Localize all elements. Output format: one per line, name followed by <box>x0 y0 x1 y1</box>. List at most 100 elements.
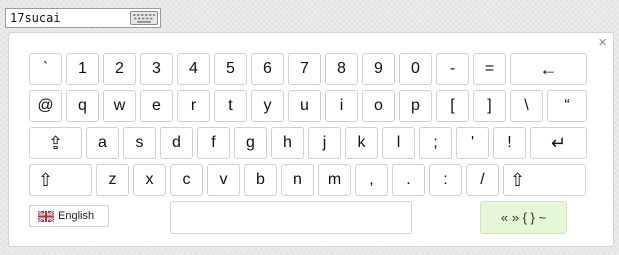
key-label: j <box>322 134 327 151</box>
key-f[interactable]: f <box>197 127 230 159</box>
right-shift-key[interactable]: ⇧ <box>503 164 586 196</box>
key-right-bracket[interactable]: ] <box>473 90 506 122</box>
key-e[interactable]: e <box>140 90 173 122</box>
key-z[interactable]: z <box>96 164 129 196</box>
key-9[interactable]: 9 <box>362 53 395 85</box>
backspace-arrow-icon: ← <box>539 59 558 79</box>
key-label: g <box>246 134 255 151</box>
key-backslash[interactable]: \ <box>510 90 543 122</box>
key-s[interactable]: s <box>123 127 156 159</box>
key-label: 9 <box>374 60 383 77</box>
key-q[interactable]: q <box>66 90 99 122</box>
key-label: p <box>411 97 420 114</box>
language-switch-button[interactable]: English <box>29 205 109 227</box>
key-6[interactable]: 6 <box>251 53 284 85</box>
key-i[interactable]: i <box>325 90 358 122</box>
backspace-key[interactable]: ← <box>510 53 587 85</box>
input-value: 17sucai <box>10 11 61 25</box>
key-label: ` <box>42 60 49 77</box>
enter-key[interactable]: ↵ <box>530 127 587 159</box>
key-4[interactable]: 4 <box>177 53 210 85</box>
key-u[interactable]: u <box>288 90 321 122</box>
key-label: i <box>339 97 344 114</box>
key-m[interactable]: m <box>318 164 351 196</box>
left-shift-key[interactable]: ⇧ <box>29 164 92 196</box>
key-label: f <box>211 134 216 151</box>
key-1[interactable]: 1 <box>66 53 99 85</box>
key-t[interactable]: t <box>214 90 247 122</box>
key-label: , <box>369 171 374 188</box>
key-quote[interactable]: “ <box>547 90 587 122</box>
key-8[interactable]: 8 <box>325 53 358 85</box>
keyboard-toggle-icon[interactable] <box>130 11 158 25</box>
key-label: - <box>449 60 456 77</box>
key-3[interactable]: 3 <box>140 53 173 85</box>
key-label: : <box>443 171 448 188</box>
key-label: = <box>484 60 495 77</box>
shift-icon: ⇧ <box>38 170 54 190</box>
key-backtick[interactable]: ` <box>29 53 62 85</box>
key-d[interactable]: d <box>160 127 193 159</box>
key-l[interactable]: l <box>382 127 415 159</box>
key-comma[interactable]: , <box>355 164 388 196</box>
uk-flag-icon <box>38 210 54 222</box>
key-label: s <box>135 134 144 151</box>
key-label: 2 <box>115 60 124 77</box>
key-label: ; <box>433 134 438 151</box>
key-label: e <box>152 97 161 114</box>
key-b[interactable]: b <box>244 164 277 196</box>
key-c[interactable]: c <box>170 164 203 196</box>
key-label: [ <box>450 97 455 114</box>
key-equals[interactable]: = <box>473 53 506 85</box>
key-slash[interactable]: / <box>466 164 499 196</box>
caps-lock-key[interactable]: ⇪ <box>29 127 82 159</box>
shift-icon: ⇧ <box>510 170 526 190</box>
close-icon[interactable]: × <box>598 35 607 51</box>
key-5[interactable]: 5 <box>214 53 247 85</box>
key-minus[interactable]: - <box>436 53 469 85</box>
key-r[interactable]: r <box>177 90 210 122</box>
key-x[interactable]: x <box>133 164 166 196</box>
key-v[interactable]: v <box>207 164 240 196</box>
virtual-keyboard-panel: × ` 1 2 3 4 5 6 7 8 9 0 - = ← @ q w e r t y u i o p [] \ “ ⇪ a s d f g h… <box>8 32 614 247</box>
key-p[interactable]: p <box>399 90 432 122</box>
key-label: t <box>228 97 233 114</box>
key-0[interactable]: 0 <box>399 53 432 85</box>
key-period[interactable]: . <box>392 164 425 196</box>
key-2[interactable]: 2 <box>103 53 136 85</box>
language-label: English <box>58 210 95 222</box>
key-a[interactable]: a <box>86 127 119 159</box>
key-y[interactable]: y <box>251 90 284 122</box>
key-o[interactable]: o <box>362 90 395 122</box>
key-colon[interactable]: : <box>429 164 462 196</box>
key-label: 0 <box>411 60 420 77</box>
key-label: 1 <box>78 60 87 77</box>
key-w[interactable]: w <box>103 90 136 122</box>
key-label: n <box>293 171 302 188</box>
key-left-bracket[interactable]: [ <box>436 90 469 122</box>
key-n[interactable]: n <box>281 164 314 196</box>
key-label: 5 <box>226 60 235 77</box>
enter-icon: ↵ <box>550 133 567 153</box>
key-k[interactable]: k <box>345 127 378 159</box>
key-label: d <box>172 134 181 151</box>
space-bar[interactable] <box>170 201 412 234</box>
key-at[interactable]: @ <box>29 90 62 122</box>
key-label: ' <box>470 134 475 151</box>
key-7[interactable]: 7 <box>288 53 321 85</box>
key-label: 7 <box>300 60 309 77</box>
symbols-toggle-button[interactable]: « » { } ~ <box>480 201 567 234</box>
key-g[interactable]: g <box>234 127 267 159</box>
key-label: . <box>406 171 411 188</box>
text-input[interactable]: 17sucai <box>5 8 161 28</box>
key-h[interactable]: h <box>271 127 304 159</box>
key-label: h <box>283 134 292 151</box>
key-j[interactable]: j <box>308 127 341 159</box>
key-exclamation[interactable]: ! <box>493 127 526 159</box>
key-apostrophe[interactable]: ' <box>456 127 489 159</box>
key-label: 4 <box>189 60 198 77</box>
key-label: l <box>396 134 401 151</box>
key-semicolon[interactable]: ; <box>419 127 452 159</box>
key-label: q <box>78 97 87 114</box>
key-label: c <box>182 171 191 188</box>
